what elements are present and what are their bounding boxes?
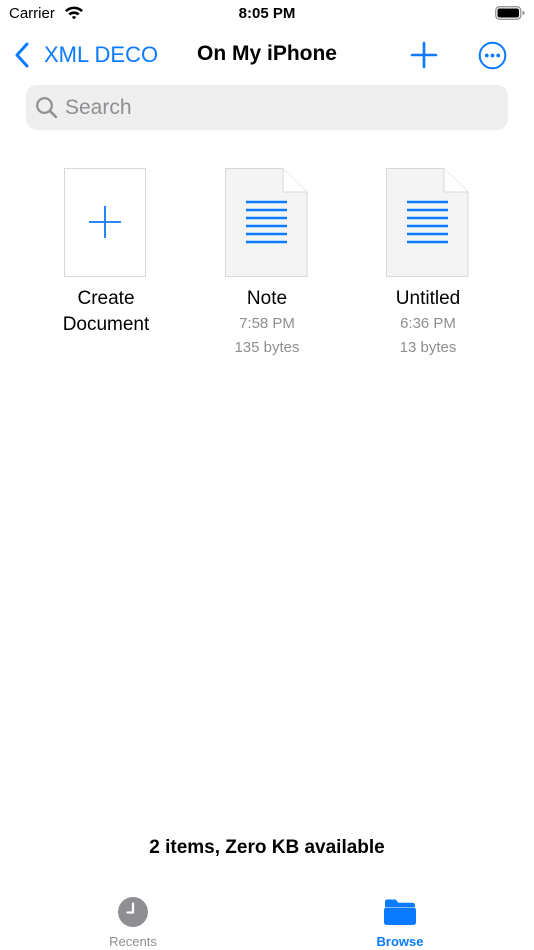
battery-icon — [495, 6, 525, 20]
folder-icon — [384, 899, 416, 925]
item-modified-time: 7:58 PM — [239, 315, 295, 332]
item-name: Create Document — [62, 288, 150, 335]
back-button-label: XML DECO — [44, 42, 159, 67]
item-modified-time: 6:36 PM — [400, 315, 456, 332]
document-icon — [386, 168, 469, 277]
storage-summary: 2 items, Zero KB available — [149, 837, 385, 858]
search-input[interactable] — [65, 85, 495, 130]
file-item-note[interactable]: Note 7:58 PM 135 bytes — [187, 168, 347, 360]
tab-recents[interactable]: Recents — [63, 896, 203, 949]
search-bar[interactable] — [26, 85, 508, 130]
navigation-bar: XML DECO On My iPhone — [0, 30, 534, 80]
tab-browse[interactable]: Browse — [330, 896, 470, 949]
item-name: Note — [246, 288, 288, 309]
search-icon — [36, 97, 58, 119]
file-item-untitled[interactable]: Untitled 6:36 PM 13 bytes — [348, 168, 508, 360]
add-button[interactable] — [410, 41, 438, 69]
more-options-button[interactable] — [478, 41, 507, 70]
item-size: 13 bytes — [399, 339, 457, 356]
item-name: Untitled — [395, 288, 461, 309]
document-icon — [225, 168, 308, 277]
create-document-item[interactable]: Create Document — [26, 168, 186, 338]
item-size: 135 bytes — [234, 339, 300, 356]
back-button[interactable]: XML DECO — [14, 40, 158, 70]
tab-label: Browse — [376, 934, 424, 949]
clock-icon — [118, 897, 148, 927]
clock-time: 8:05 PM — [238, 5, 296, 22]
chevron-left-icon — [15, 42, 29, 68]
tab-label: Recents — [109, 934, 157, 949]
create-document-thumbnail — [64, 168, 146, 277]
status-bar: Carrier 8:05 PM — [0, 0, 534, 28]
tab-bar: Recents Browse — [0, 888, 534, 950]
